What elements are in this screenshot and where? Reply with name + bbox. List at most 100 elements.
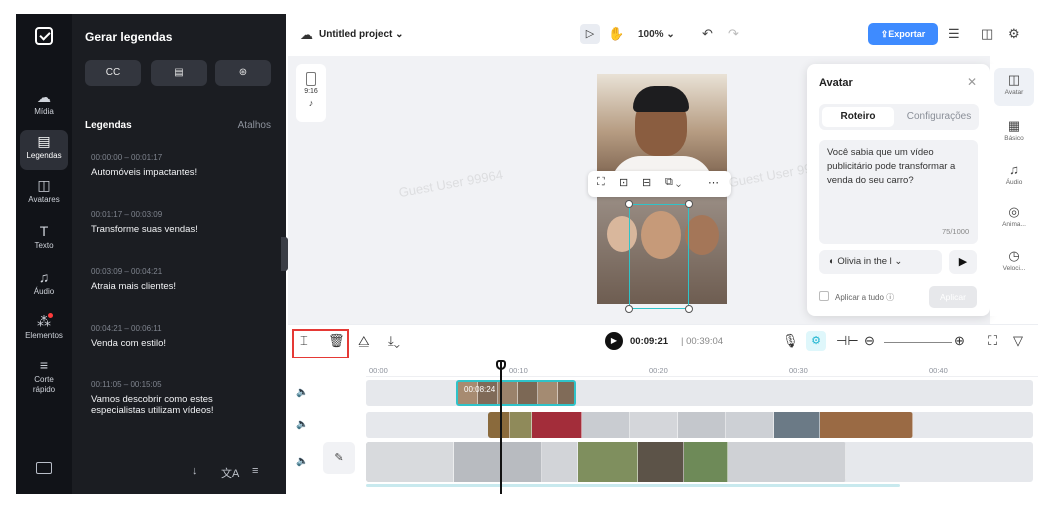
redo-icon[interactable]: ↷ xyxy=(728,26,739,42)
timeline: 00:00 00:10 00:20 00:30 00:40 🔈 00:08:24… xyxy=(288,358,1038,494)
speaker-icon[interactable]: 🔈 xyxy=(296,387,308,398)
nav-audio[interactable]: ♫ Áudio xyxy=(20,266,68,306)
undo-icon[interactable]: ↶ xyxy=(702,26,713,42)
caption-text[interactable]: Automóveis impactantes! xyxy=(91,167,271,178)
resize-handle[interactable] xyxy=(625,200,633,208)
caption-text[interactable]: Atraia mais clientes! xyxy=(91,281,271,292)
stack-icon[interactable]: ☰ xyxy=(948,26,960,42)
zoom-dropdown[interactable]: 100% ⌄ xyxy=(638,29,675,40)
rail-speed[interactable]: ◷ Veloci... xyxy=(994,244,1034,282)
selection-box[interactable] xyxy=(625,200,693,313)
voice-dropdown[interactable]: ◐ Olivia in the l ⌄ xyxy=(819,250,942,274)
rail-animation[interactable]: ◎ Anima... xyxy=(994,200,1034,238)
subtitle-settings-icon[interactable]: ≡ xyxy=(252,465,258,477)
edit-track-icon[interactable]: ✎ xyxy=(323,442,355,474)
nav-quick-cut-label: Corte rápido xyxy=(32,375,56,394)
nav-quick-cut[interactable]: ≡ Corte rápido xyxy=(20,354,68,402)
resize-handle[interactable] xyxy=(685,305,693,313)
zoom-slider[interactable] xyxy=(884,342,952,343)
zoom-out-icon[interactable]: ⊖ xyxy=(864,333,875,349)
tab-script[interactable]: Roteiro xyxy=(822,107,894,127)
rail-basic[interactable]: ▦ Básico xyxy=(994,114,1034,152)
aspect-ratio-selector[interactable]: 9:16 ♪ xyxy=(296,64,326,122)
auto-snap-icon[interactable]: ⚙ xyxy=(806,331,826,351)
panel-collapse-handle[interactable] xyxy=(281,237,288,271)
mirror-icon[interactable]: ⧋ xyxy=(358,333,370,349)
nav-subtitles[interactable]: ▤ Legendas xyxy=(20,130,68,170)
caption-item[interactable]: 00:03:09 – 00:04:21 Atraia mais clientes… xyxy=(91,267,271,292)
caption-item[interactable]: 00:04:21 – 00:06:11 Venda com estilo! xyxy=(91,324,271,349)
ruler-tick: 00:40 xyxy=(929,366,948,375)
apply-button[interactable]: Aplicar xyxy=(929,286,977,308)
download-icon[interactable]: ↓ xyxy=(192,465,198,477)
tab-settings[interactable]: Configurações xyxy=(901,107,977,127)
clip-thumbnail xyxy=(538,382,558,404)
speaker-icon[interactable]: 🔈 xyxy=(296,419,308,430)
caption-text[interactable]: Transforme suas vendas! xyxy=(91,224,271,235)
resize-handle[interactable] xyxy=(625,305,633,313)
settings-icon[interactable]: ⚙ xyxy=(1008,26,1020,42)
apply-all-checkbox[interactable] xyxy=(819,291,829,301)
speaker-icon[interactable]: 🔈 xyxy=(296,456,308,467)
cc-button[interactable]: CC xyxy=(85,60,141,86)
clip-thumbnail xyxy=(728,442,846,482)
play-button[interactable]: ▶ xyxy=(605,332,623,350)
caption-text[interactable]: Vamos descobrir como estes especialistas… xyxy=(91,394,251,416)
clip-thumbnail xyxy=(542,442,578,482)
mask-icon[interactable]: ⊟ xyxy=(642,176,651,189)
hand-tool-icon[interactable]: ✋ xyxy=(608,26,624,42)
rail-avatar[interactable]: ◫ Avatar xyxy=(994,68,1034,106)
fit-icon[interactable]: ⛶ xyxy=(988,333,997,349)
download-dropdown-icon[interactable]: ⤓⌄ xyxy=(388,333,400,349)
delete-icon[interactable]: 🗑 xyxy=(328,333,345,349)
microphone-icon[interactable]: 🎙 xyxy=(782,333,799,349)
aspect-ratio-label: 9:16 xyxy=(304,88,318,95)
caption-time: 00:01:17 – 00:03:09 xyxy=(91,210,163,219)
caption-item[interactable]: 00:01:17 – 00:03:09 Transforme suas vend… xyxy=(91,210,271,235)
export-button[interactable]: ⇪Exportar xyxy=(868,23,938,45)
char-counter: 75/1000 xyxy=(942,227,970,236)
pointer-tool-icon[interactable]: ▷ xyxy=(580,24,600,44)
clip-thumbnail xyxy=(366,442,454,482)
comment-icon[interactable]: ▽ xyxy=(1013,333,1023,349)
app-logo[interactable] xyxy=(35,27,53,45)
rail-basic-label: Básico xyxy=(1004,135,1024,142)
resize-handle[interactable] xyxy=(685,200,693,208)
layout-icon[interactable]: ◫ xyxy=(981,26,993,42)
video-clip[interactable] xyxy=(366,442,846,482)
translate-icon[interactable]: 文A xyxy=(221,465,239,481)
shortcuts-link[interactable]: Atalhos xyxy=(238,120,271,131)
avatar-tabs: Roteiro Configurações xyxy=(819,104,979,130)
horizontal-scrollbar[interactable] xyxy=(366,484,900,487)
remove-bg-icon[interactable]: ⛶ xyxy=(597,176,605,189)
playhead[interactable] xyxy=(500,361,502,494)
rail-audio[interactable]: ♫ Áudio xyxy=(994,158,1034,196)
nav-media-label: Mídia xyxy=(34,107,54,116)
close-icon[interactable]: ✕ xyxy=(967,75,977,89)
clip-thumbnail xyxy=(518,382,538,404)
more-icon[interactable]: ⋯ xyxy=(708,176,719,189)
nav-elements[interactable]: ⁂ Elementos xyxy=(20,310,68,350)
nav-media[interactable]: ☁ Mídia xyxy=(20,86,68,126)
split-icon[interactable]: ⌶ xyxy=(300,333,308,349)
project-title[interactable]: Untitled project ⌄ xyxy=(319,29,404,40)
caption-text[interactable]: Venda com estilo! xyxy=(91,338,271,349)
current-time: 00:09:21 xyxy=(630,336,669,347)
caption-item[interactable]: 00:11:05 – 00:15:05 Vamos descobrir como… xyxy=(91,380,251,416)
crop-icon[interactable]: ⊡ xyxy=(619,176,628,189)
timeline-toolbar: ⌶ 🗑 ⧋ ⤓⌄ ▶ 00:09:21 | 00:39:04 🎙 ⚙ ⊣⊢ ⊖ … xyxy=(288,324,1038,359)
nav-avatars[interactable]: ◫ Avatares xyxy=(20,174,68,214)
caption-item[interactable]: 00:00:00 – 00:01:17 Automóveis impactant… xyxy=(91,153,271,178)
keyboard-icon[interactable] xyxy=(36,462,52,474)
replace-icon[interactable]: ⧉ ⌄ xyxy=(665,176,681,189)
zoom-in-icon[interactable]: ⊕ xyxy=(954,333,965,349)
auto-detect-button[interactable]: ⊛ xyxy=(215,60,271,86)
play-voice-button[interactable]: ▶ xyxy=(949,250,977,274)
person-beanie xyxy=(633,86,689,112)
clip-time-tag: 00:08:24 xyxy=(464,385,496,394)
split-track-icon[interactable]: ⊣⊢ xyxy=(836,333,859,349)
music-icon: ♫ xyxy=(38,269,50,285)
video-clip[interactable] xyxy=(488,412,913,438)
nav-text[interactable]: T Texto xyxy=(20,220,68,260)
subtitle-file-button[interactable]: ▤ xyxy=(151,60,207,86)
